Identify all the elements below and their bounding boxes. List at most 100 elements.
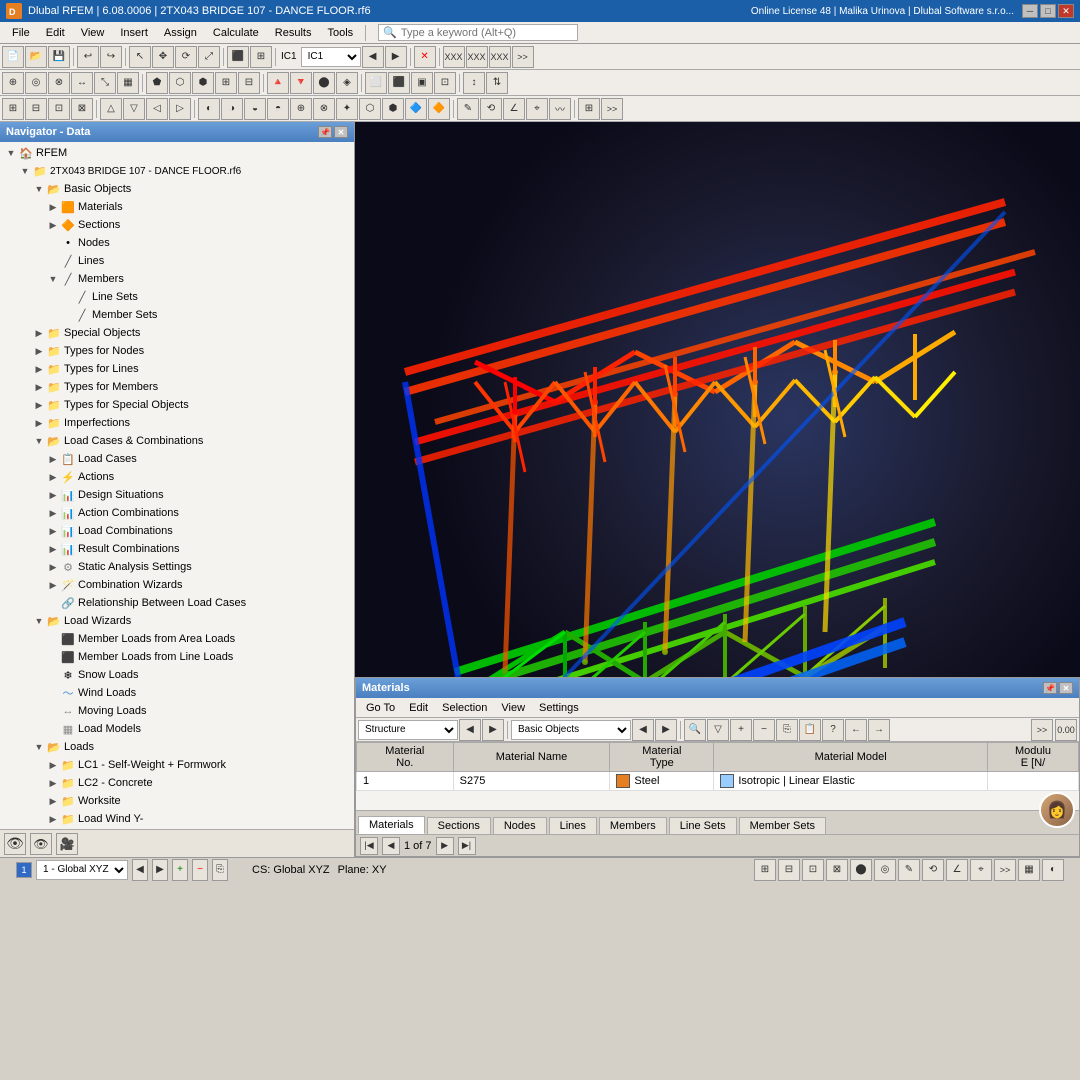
menu-file[interactable]: File: [4, 25, 38, 41]
page-prev-button[interactable]: ◀: [382, 837, 400, 855]
mat-filter-button[interactable]: ▽: [707, 719, 729, 741]
tb3-btn-20[interactable]: ✎: [457, 98, 479, 120]
tb2-btn-4[interactable]: ↔: [71, 72, 93, 94]
tb3-btn-11[interactable]: ◒: [244, 98, 266, 120]
mat-arrow-left[interactable]: ←: [845, 719, 867, 741]
xxx-button-1[interactable]: XXX: [443, 46, 465, 68]
static-analysis-item[interactable]: ▶ ⚙ Static Analysis Settings: [0, 558, 354, 576]
types-lines-folder[interactable]: ▶ 📁 Types for Lines: [0, 360, 354, 378]
save-button[interactable]: 💾: [48, 46, 70, 68]
lc2-item[interactable]: ▶ 📁 LC2 - Concrete: [0, 774, 354, 792]
bottom-lc-selector[interactable]: 1 - Global XYZ: [36, 860, 128, 880]
tb3-btn-7[interactable]: ◁: [146, 98, 168, 120]
view-top-button[interactable]: ⊞: [250, 46, 272, 68]
status-tb-5[interactable]: ⬤: [850, 859, 872, 881]
nav-eye-alt-button[interactable]: 👁: [30, 833, 52, 855]
mat-selection-menu[interactable]: Selection: [436, 701, 493, 715]
tb2-btn-11[interactable]: ⊟: [238, 72, 260, 94]
tb2-btn-17[interactable]: ⬛: [388, 72, 410, 94]
tb2-btn-8[interactable]: ⬡: [169, 72, 191, 94]
close-button[interactable]: ✕: [1058, 4, 1074, 18]
lc-selector[interactable]: IC1 IC2: [301, 47, 361, 67]
filter-next-button[interactable]: ▶: [482, 719, 504, 741]
tb2-btn-16[interactable]: ⬜: [365, 72, 387, 94]
viewport-3d[interactable]: Materials 📌 ✕ Go To Edit Selection View …: [355, 122, 1080, 857]
status-tb-2[interactable]: ⊟: [778, 859, 800, 881]
mat-edit-menu[interactable]: Edit: [403, 701, 434, 715]
load-cases-item[interactable]: ▶ 📋 Load Cases: [0, 450, 354, 468]
scale-button[interactable]: ⤢: [198, 46, 220, 68]
nav-eye-button[interactable]: 👁: [4, 833, 26, 855]
view-3d-button[interactable]: ⬛: [227, 46, 249, 68]
tb3-btn-19[interactable]: 🔶: [428, 98, 450, 120]
next-lc-button[interactable]: ▶: [385, 46, 407, 68]
prev-lc-button[interactable]: ◀: [362, 46, 384, 68]
tb2-btn-20[interactable]: ↕: [463, 72, 485, 94]
tb3-btn-15[interactable]: ✦: [336, 98, 358, 120]
tb3-btn-12[interactable]: ◓: [267, 98, 289, 120]
mat-arrow-right[interactable]: →: [868, 719, 890, 741]
status-tb-9[interactable]: ∠: [946, 859, 968, 881]
member-loads-area-item[interactable]: ⬛ Member Loads from Area Loads: [0, 630, 354, 648]
sections-item[interactable]: ▶ 🔶 Sections: [0, 216, 354, 234]
minimize-button[interactable]: ─: [1022, 4, 1038, 18]
status-tb-10[interactable]: ⌖: [970, 859, 992, 881]
tb3-btn-10[interactable]: ◑: [221, 98, 243, 120]
mat-copy-button[interactable]: ⎘: [776, 719, 798, 741]
tb3-btn-16[interactable]: ⬡: [359, 98, 381, 120]
structure-filter[interactable]: Structure: [358, 720, 458, 740]
rotate-button[interactable]: ⟳: [175, 46, 197, 68]
special-objects-folder[interactable]: ▶ 📁 Special Objects: [0, 324, 354, 342]
status-tb-1[interactable]: ⊞: [754, 859, 776, 881]
combination-wizards-item[interactable]: ▶ 🪄 Combination Wizards: [0, 576, 354, 594]
mat-more-button[interactable]: >>: [1031, 719, 1053, 741]
xxx-button-3[interactable]: XXX: [489, 46, 511, 68]
tb3-btn-more[interactable]: >>: [601, 98, 623, 120]
status-tb-3[interactable]: ⊡: [802, 859, 824, 881]
search-input[interactable]: [401, 27, 573, 39]
table-row[interactable]: 1 S275 Steel Isotropic | Linear Elastic: [357, 772, 1079, 791]
result-combinations-item[interactable]: ▶ 📊 Result Combinations: [0, 540, 354, 558]
mat-goto-menu[interactable]: Go To: [360, 701, 401, 715]
tb3-btn-13[interactable]: ⊕: [290, 98, 312, 120]
tb3-btn-17[interactable]: ⬢: [382, 98, 404, 120]
status-tb-grid[interactable]: ▦: [1018, 859, 1040, 881]
filter-prev-button[interactable]: ◀: [459, 719, 481, 741]
basic-next-button[interactable]: ▶: [655, 719, 677, 741]
mat-delete-button[interactable]: −: [753, 719, 775, 741]
basic-prev-button[interactable]: ◀: [632, 719, 654, 741]
status-tb-12[interactable]: ◐: [1042, 859, 1064, 881]
status-tb-4[interactable]: ⊠: [826, 859, 848, 881]
page-next-button[interactable]: ▶: [436, 837, 454, 855]
tab-sections[interactable]: Sections: [427, 817, 491, 834]
tb2-btn-19[interactable]: ⊡: [434, 72, 456, 94]
menu-edit[interactable]: Edit: [38, 25, 73, 41]
tab-lines[interactable]: Lines: [549, 817, 597, 834]
tb2-btn-6[interactable]: ▦: [117, 72, 139, 94]
search-bar[interactable]: 🔍: [378, 24, 578, 41]
bottom-prev-btn[interactable]: ◀: [132, 859, 148, 881]
lc1-item[interactable]: ▶ 📁 LC1 - Self-Weight + Formwork: [0, 756, 354, 774]
tb3-btn-23[interactable]: ⌖: [526, 98, 548, 120]
tb2-btn-13[interactable]: 🔻: [290, 72, 312, 94]
wind-loads-item[interactable]: 〜 Wind Loads: [0, 684, 354, 702]
load-models-item[interactable]: ▦ Load Models: [0, 720, 354, 738]
tab-nodes[interactable]: Nodes: [493, 817, 547, 834]
bottom-next-btn[interactable]: ▶: [152, 859, 168, 881]
basic-objects-filter[interactable]: Basic Objects: [511, 720, 631, 740]
tb2-btn-1[interactable]: ⊕: [2, 72, 24, 94]
more-button[interactable]: >>: [512, 46, 534, 68]
tb2-btn-14[interactable]: ⬤: [313, 72, 335, 94]
menu-tools[interactable]: Tools: [319, 25, 361, 41]
tb3-btn-4[interactable]: ⊠: [71, 98, 93, 120]
tab-member-sets[interactable]: Member Sets: [739, 817, 826, 834]
menu-insert[interactable]: Insert: [112, 25, 156, 41]
tb2-btn-7[interactable]: ⬟: [146, 72, 168, 94]
tb2-btn-18[interactable]: ▣: [411, 72, 433, 94]
tb2-btn-5[interactable]: ⤡: [94, 72, 116, 94]
relationship-item[interactable]: 🔗 Relationship Between Load Cases: [0, 594, 354, 612]
bottom-copy-btn[interactable]: ⎘: [212, 859, 228, 881]
tb3-btn-24[interactable]: 〰: [549, 98, 571, 120]
tab-line-sets[interactable]: Line Sets: [669, 817, 737, 834]
tb2-btn-21[interactable]: ⇅: [486, 72, 508, 94]
